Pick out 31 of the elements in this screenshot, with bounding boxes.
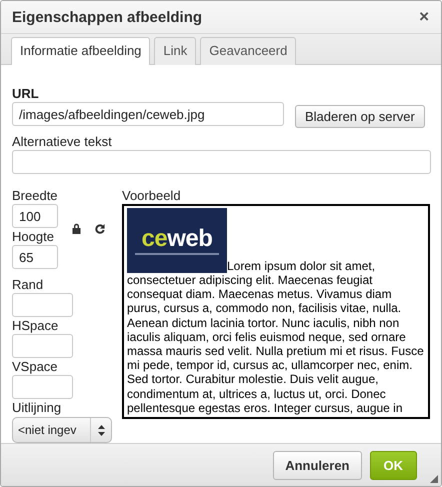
tab[interactable]: Link — [154, 37, 196, 65]
preview-label: Voorbeeld — [122, 188, 182, 203]
height-label: Hoogte — [12, 229, 55, 244]
browse-server-button[interactable]: Bladeren op server — [295, 105, 425, 128]
border-field[interactable] — [12, 293, 73, 317]
width-field[interactable]: 100 — [12, 204, 58, 228]
reset-icon[interactable] — [95, 223, 105, 234]
resize-grip-icon[interactable] — [430, 475, 438, 483]
height-field[interactable]: 65 — [12, 245, 58, 269]
preview-text: consectetuer adipiscing elit. Maecenas feugiat consequat diam. Maecenas metus. Vivamus diam purus, cursus a, commodo non, facilisis vitae, nulla. Aenean dictum lacinia tortor. Nunc iaculis, nibh non iaculis aliquam, orci felis euismod neque, sed ornare massa mauris sed velit. Nulla pretium mi et risus. Fusce mi pede, tempor id, cursus ac, ullamcorper nec, enim. Sed tortor. Curabitur molestie. Duis velit augue, condimentum at, ultrices a, luctus ut, orci. Donec pellentesque egestas eros. Integer cursus, augue in — [127, 273, 425, 416]
url-field[interactable]: /images/afbeeldingen/ceweb.jpg — [12, 102, 284, 126]
alt-text-field[interactable] — [12, 150, 431, 174]
hspace-field[interactable] — [12, 334, 73, 358]
border-label: Rand — [12, 277, 44, 292]
tab[interactable]: Geavanceerd — [200, 37, 296, 65]
logo-wordmark: ceweb — [142, 226, 212, 250]
url-label: URL — [12, 86, 40, 101]
alignment-select[interactable]: <niet ingev — [12, 417, 112, 443]
preview-text: Lorem ipsum dolor sit amet, — [227, 258, 376, 273]
vspace-field[interactable] — [12, 375, 73, 399]
cancel-button[interactable]: Annuleren — [273, 450, 362, 480]
tab[interactable]: Informatie afbeelding — [11, 37, 150, 65]
alt-text-label: Alternatieve tekst — [12, 134, 113, 149]
close-button[interactable]: × — [419, 7, 429, 27]
updown-icon — [98, 424, 104, 436]
alignment-label: Uitlijning — [12, 400, 62, 415]
vspace-label: VSpace — [12, 359, 59, 374]
hspace-label: HSpace — [12, 318, 60, 333]
lock-icon[interactable] — [72, 223, 81, 234]
dialog-title: Eigenschappen afbeelding — [12, 8, 202, 26]
width-label: Breedte — [12, 188, 58, 203]
